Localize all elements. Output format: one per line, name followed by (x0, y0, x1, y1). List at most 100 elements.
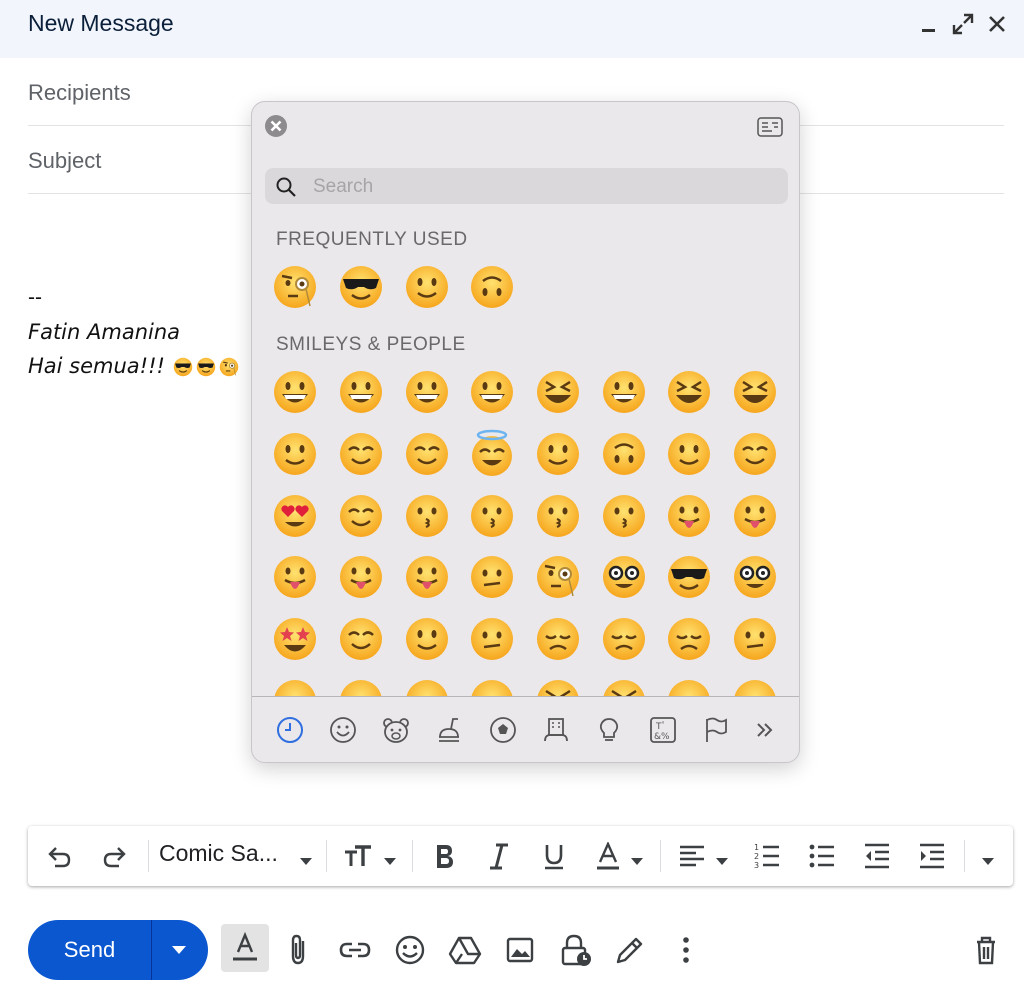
flag-icon[interactable] (701, 715, 731, 745)
emoji-rolling-on-floor[interactable] (730, 367, 780, 417)
emoji-unamused[interactable] (467, 614, 517, 664)
ball-icon[interactable] (488, 715, 518, 745)
text-color-dropdown-icon[interactable] (629, 848, 645, 876)
emoji-squinting-tongue[interactable] (270, 552, 320, 602)
align-dropdown-icon[interactable] (714, 848, 730, 876)
italic-icon[interactable] (486, 842, 512, 870)
drive-icon[interactable] (447, 932, 483, 968)
more-formatting-icon[interactable] (980, 848, 996, 876)
text-color-icon[interactable] (595, 842, 621, 870)
emoji-face-with-monocle[interactable] (270, 262, 320, 312)
emoji-tongue-out[interactable] (730, 491, 780, 541)
expand-icon[interactable] (951, 12, 975, 36)
emoji-relieved[interactable] (730, 429, 780, 479)
close-icon[interactable] (985, 12, 1009, 36)
more-options-icon[interactable] (668, 932, 704, 968)
font-size-dropdown-icon[interactable] (382, 848, 398, 876)
emoji-smiling-with-tear[interactable] (270, 429, 320, 479)
emoji-zany[interactable] (402, 552, 452, 602)
emoji-upside-down-face[interactable] (467, 262, 517, 312)
send-button[interactable]: Send (28, 920, 208, 980)
emoji-tears-of-joy[interactable] (664, 367, 714, 417)
emoji-steam[interactable] (730, 676, 780, 697)
redo-icon[interactable] (101, 842, 129, 870)
more-icon[interactable] (750, 715, 780, 745)
emoji-heart-eyes[interactable] (270, 491, 320, 541)
emoji-halo[interactable] (467, 429, 517, 479)
emoji-smiling-eyes[interactable] (402, 429, 452, 479)
emoji-persevering[interactable] (270, 676, 320, 697)
emoji-icon[interactable] (392, 932, 428, 968)
emoji-smiling-face-with-sunglasses[interactable] (336, 262, 386, 312)
link-icon[interactable] (337, 932, 373, 968)
numbered-list-icon[interactable]: 123 (753, 842, 781, 870)
bulb-icon[interactable] (594, 715, 624, 745)
food-icon[interactable] (434, 715, 464, 745)
emoji-crying[interactable] (599, 676, 649, 697)
emoji-squinting[interactable] (533, 367, 583, 417)
clock-icon[interactable] (275, 715, 305, 745)
emoji-confused[interactable] (730, 614, 780, 664)
font-family-dropdown-icon[interactable] (298, 848, 314, 876)
attach-icon[interactable] (281, 932, 317, 968)
section-label-smileys: SMILEYS & PEOPLE (276, 334, 466, 355)
emoji-tired[interactable] (402, 676, 452, 697)
smiley-icon[interactable] (328, 715, 358, 745)
picker-close-icon[interactable] (264, 114, 288, 138)
emoji-kissing-closed-eyes[interactable] (599, 491, 649, 541)
discard-icon[interactable] (968, 932, 1004, 968)
emoji-nerd[interactable] (599, 552, 649, 602)
emoji-monocle[interactable] (533, 552, 583, 602)
emoji-grinning-smiling-eyes[interactable] (402, 367, 452, 417)
underline-icon[interactable] (541, 842, 567, 870)
emoji-weary[interactable] (467, 676, 517, 697)
emoji-slightly-smiling[interactable] (533, 429, 583, 479)
emoji-raised-eyebrow[interactable] (467, 552, 517, 602)
bear-icon[interactable] (381, 715, 411, 745)
keyboard-viewer-icon[interactable] (757, 117, 783, 137)
emoji-relaxed[interactable] (336, 429, 386, 479)
emoji-kissing-smiling-eyes[interactable] (533, 491, 583, 541)
emoji-sweat-smile[interactable] (599, 367, 649, 417)
emoji-worried[interactable] (664, 614, 714, 664)
emoji-disappointed[interactable] (533, 614, 583, 664)
confidential-icon[interactable] (558, 932, 594, 968)
emoji-sunglasses[interactable] (664, 552, 714, 602)
emoji-grinning[interactable] (270, 367, 320, 417)
building-icon[interactable] (541, 715, 571, 745)
emoji-smiling-with-hearts[interactable] (336, 491, 386, 541)
emoji-search-bar[interactable] (265, 168, 788, 204)
indent-more-icon[interactable] (918, 842, 946, 870)
emoji-upside-down[interactable] (599, 429, 649, 479)
emoji-loudly-crying[interactable] (664, 676, 714, 697)
emoji-grinning-big-eyes[interactable] (336, 367, 386, 417)
emoji-winking[interactable] (664, 429, 714, 479)
emoji-confounded[interactable] (336, 676, 386, 697)
emoji-kissing[interactable] (467, 491, 517, 541)
font-family-select[interactable]: Comic Sa... (159, 840, 278, 867)
signature-icon[interactable] (612, 932, 648, 968)
schedule-send-dropdown-icon[interactable] (168, 942, 190, 958)
emoji-pensive[interactable] (599, 614, 649, 664)
emoji-star-struck[interactable] (270, 614, 320, 664)
emoji-smirking[interactable] (402, 614, 452, 664)
emoji-search-input[interactable] (311, 172, 775, 202)
indent-less-icon[interactable] (863, 842, 891, 870)
photo-icon[interactable] (502, 932, 538, 968)
undo-icon[interactable] (45, 842, 73, 870)
minimize-icon[interactable] (918, 12, 942, 36)
align-icon[interactable] (678, 842, 706, 870)
formatting-toggle-button[interactable] (221, 924, 269, 972)
emoji-disguised[interactable] (730, 552, 780, 602)
emoji-winking-tongue[interactable] (336, 552, 386, 602)
font-size-icon[interactable] (343, 842, 375, 870)
emoji-blowing-kiss[interactable] (402, 491, 452, 541)
emoji-pleading[interactable] (533, 676, 583, 697)
bold-icon[interactable] (431, 842, 457, 870)
emoji-savoring-food[interactable] (664, 491, 714, 541)
emoji-slightly-smiling-face[interactable] (402, 262, 452, 312)
emoji-partying[interactable] (336, 614, 386, 664)
emoji-beaming[interactable] (467, 367, 517, 417)
bulleted-list-icon[interactable] (808, 842, 836, 870)
symbols-icon[interactable]: T ﾟ&% (648, 715, 678, 745)
